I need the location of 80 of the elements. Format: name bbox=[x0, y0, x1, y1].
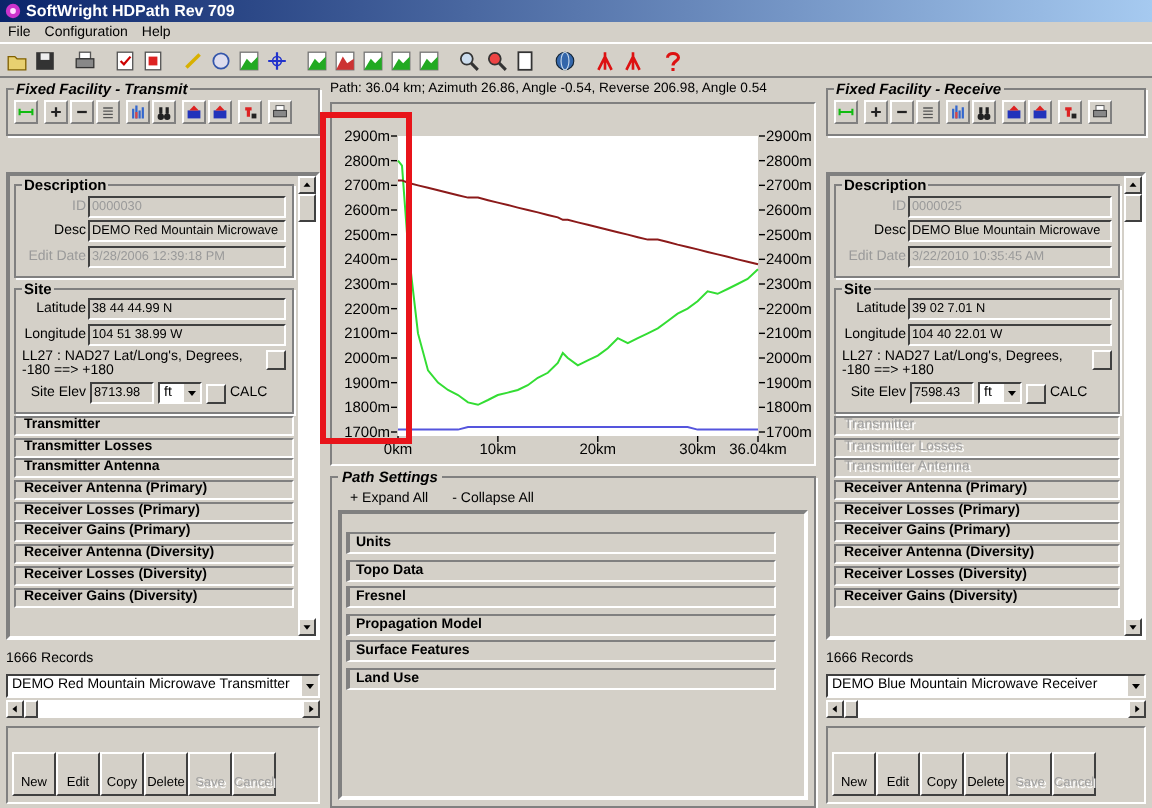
browse-button[interactable] bbox=[266, 349, 286, 369]
tick-mark bbox=[597, 435, 599, 443]
scrollbar[interactable] bbox=[298, 176, 316, 636]
binoculars-icon[interactable] bbox=[972, 100, 996, 124]
tick-mark bbox=[758, 357, 766, 359]
tray-icon[interactable] bbox=[182, 100, 206, 124]
printer-icon[interactable] bbox=[1088, 100, 1112, 124]
tick-mark bbox=[390, 381, 398, 384]
tick-mark bbox=[390, 184, 398, 187]
help-icon[interactable] bbox=[662, 49, 684, 71]
scroll-thumb[interactable] bbox=[24, 700, 38, 718]
tick-mark bbox=[390, 307, 398, 310]
printer-icon[interactable] bbox=[268, 100, 292, 124]
floppy-icon[interactable] bbox=[34, 49, 56, 71]
scrollbar[interactable] bbox=[826, 700, 1146, 718]
tray-icon[interactable] bbox=[1028, 100, 1052, 124]
minus-icon[interactable] bbox=[890, 100, 914, 124]
tick-mark bbox=[390, 283, 398, 285]
tick-mark bbox=[696, 435, 699, 443]
tick-mark bbox=[390, 209, 398, 211]
magnifier-icon[interactable] bbox=[486, 49, 508, 71]
calc-button[interactable] bbox=[1026, 383, 1046, 404]
tray-icon[interactable] bbox=[208, 100, 232, 124]
scroll-thumb[interactable] bbox=[1124, 194, 1142, 222]
tag-icon[interactable] bbox=[238, 100, 262, 124]
tick-mark bbox=[758, 159, 766, 162]
list-icon[interactable] bbox=[916, 100, 940, 124]
bar-chart-icon[interactable] bbox=[946, 100, 970, 124]
ruler-icon[interactable] bbox=[14, 100, 38, 124]
browse-button[interactable] bbox=[1092, 349, 1112, 369]
scrollbar[interactable] bbox=[1124, 176, 1142, 636]
profile-chart-icon[interactable] bbox=[390, 49, 412, 71]
profile-chart-icon[interactable] bbox=[362, 49, 384, 71]
tick-mark bbox=[390, 159, 398, 162]
tick-mark bbox=[758, 233, 766, 236]
scroll-thumb[interactable] bbox=[844, 700, 858, 718]
list-icon[interactable] bbox=[96, 100, 120, 124]
tick-mark bbox=[758, 209, 766, 211]
tick-mark bbox=[758, 381, 766, 384]
magnifier-icon[interactable] bbox=[458, 49, 480, 71]
binoculars-icon[interactable] bbox=[152, 100, 176, 124]
document-icon[interactable] bbox=[142, 49, 164, 71]
circle-icon[interactable] bbox=[210, 49, 232, 71]
tick-mark bbox=[758, 332, 766, 335]
tick-mark bbox=[390, 357, 398, 359]
tick-mark bbox=[390, 135, 398, 137]
tick-mark bbox=[497, 435, 499, 443]
antenna-icon[interactable] bbox=[622, 49, 644, 71]
profile-chart-icon[interactable] bbox=[306, 49, 328, 71]
tick-mark bbox=[758, 184, 766, 187]
tick-mark bbox=[758, 406, 766, 409]
tick-mark bbox=[390, 332, 398, 335]
checklist-icon[interactable] bbox=[114, 49, 136, 71]
profile-chart-icon[interactable] bbox=[334, 49, 356, 71]
tick-mark bbox=[758, 135, 766, 137]
tick-mark bbox=[390, 258, 398, 261]
plus-icon[interactable] bbox=[44, 100, 68, 124]
tick-mark bbox=[758, 283, 766, 285]
bar-chart-icon[interactable] bbox=[126, 100, 150, 124]
tick-mark bbox=[758, 307, 766, 310]
tick-mark bbox=[390, 406, 398, 409]
tick-mark bbox=[758, 258, 766, 261]
app-icon bbox=[4, 2, 22, 20]
tag-icon[interactable] bbox=[1058, 100, 1082, 124]
profile-chart-icon[interactable] bbox=[238, 49, 260, 71]
plus-icon[interactable] bbox=[864, 100, 888, 124]
ruler-icon[interactable] bbox=[834, 100, 858, 124]
scroll-thumb[interactable] bbox=[298, 194, 316, 222]
minus-icon[interactable] bbox=[70, 100, 94, 124]
profile-chart-icon[interactable] bbox=[418, 49, 440, 71]
tray-icon[interactable] bbox=[1002, 100, 1026, 124]
antenna-icon[interactable] bbox=[594, 49, 616, 71]
tick-mark bbox=[390, 233, 398, 236]
window-title: SoftWright HDPath Rev 709 bbox=[26, 2, 235, 20]
printer-icon[interactable] bbox=[74, 49, 96, 71]
scrollbar[interactable] bbox=[6, 700, 320, 718]
calc-button[interactable] bbox=[206, 383, 226, 404]
globe-icon[interactable] bbox=[554, 49, 576, 71]
crosshair-icon[interactable] bbox=[266, 49, 288, 71]
page-icon[interactable] bbox=[514, 49, 536, 71]
